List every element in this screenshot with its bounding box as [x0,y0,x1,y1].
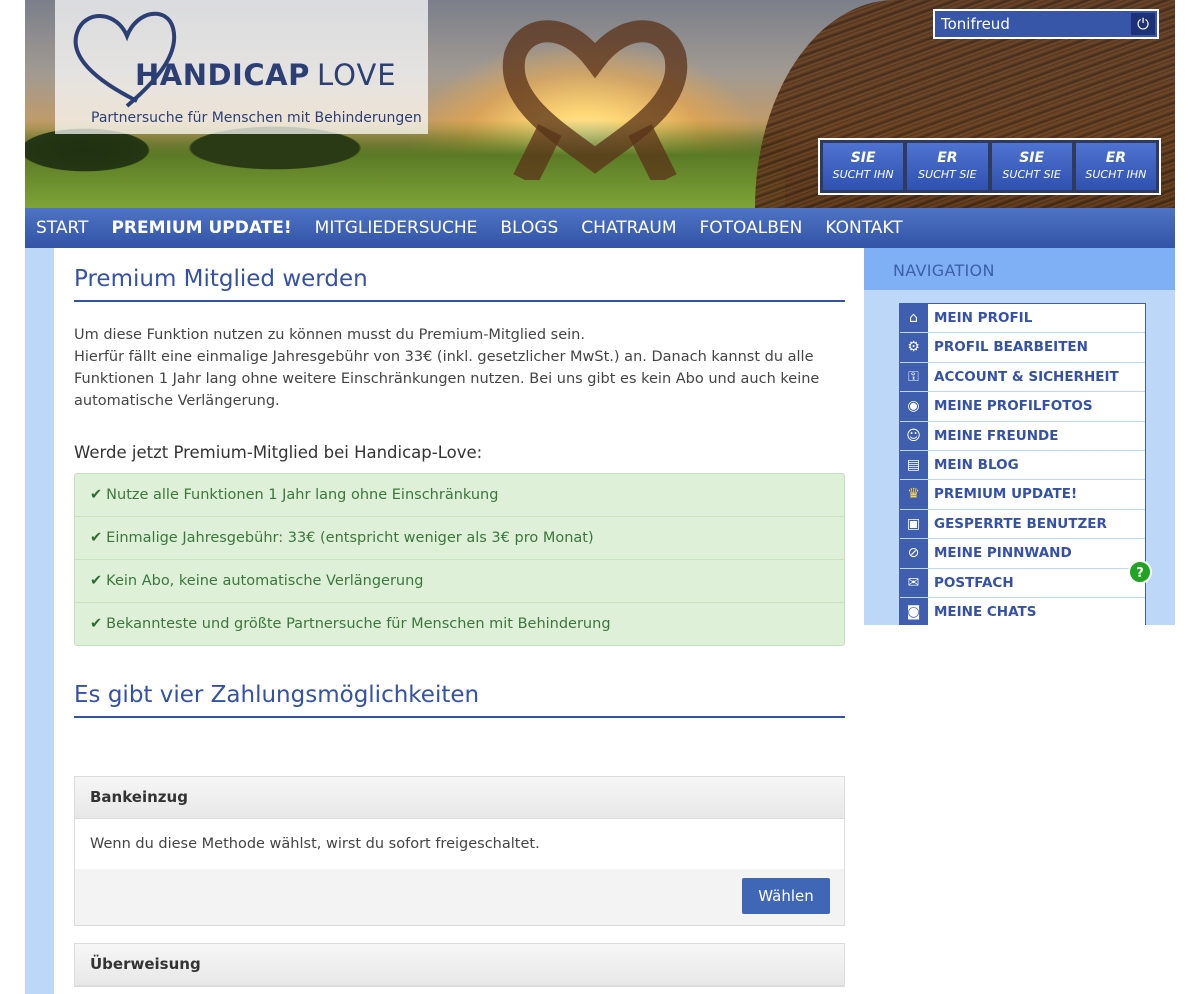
checkmark-icon: ✔ [90,487,103,503]
main-content: Premium Mitglied werden Um diese Funktio… [54,248,864,994]
sidebar-item-mein-profil[interactable]: ⌂ MEIN PROFIL [900,304,1145,334]
list-item: ✔ Kein Abo, keine automatische Verlängeru… [75,560,844,603]
search-button-top: SIE [1019,150,1045,166]
sidebar-item-label: MEINE PINNWAND [928,539,1145,568]
blog-icon: ▤ [900,450,927,480]
choose-bankeinzug-button[interactable]: Wählen [742,878,830,914]
benefit-text: Kein Abo, keine automatische Verlängerun… [106,573,424,589]
search-sie-sucht-sie-button[interactable]: SIE SUCHT SIE [991,143,1072,190]
list-item: ✔ Nutze alle Funktionen 1 Jahr lang ohne … [75,474,844,517]
sidebar-menu: ⌂ MEIN PROFIL ⚙ PROFIL BEARBEITEN ⚿ ACCOUNT… [899,303,1146,628]
intro-line-1: Um diese Funktion nutzen zu können musst… [74,327,585,343]
nav-kontakt[interactable]: KONTAKT [825,218,902,238]
sidebar-item-label: PREMIUM UPDATE! [928,480,1145,509]
page-title: Premium Mitglied werden [74,266,845,302]
header-banner: HANDICAP LOVE Partnersuche für Menschen … [25,0,1175,208]
sidebar-item-account-sicherheit[interactable]: ⚿ ACCOUNT & SICHERHEIT [900,362,1145,393]
quick-search-box: SIE SUCHT IHN ER SUCHT SIE SIE SUCHT SIE… [818,138,1161,195]
sidebar-item-label: MEINE CHATS [928,597,1145,627]
sidebar-item-label: ACCOUNT & SICHERHEIT [928,362,1145,392]
list-item: ✔ Bekannteste und größte Partnersuche für… [75,603,844,645]
sidebar-item-premium-update[interactable]: ♛ PREMIUM UPDATE! [900,480,1145,510]
sidebar-item-gesperrte-benutzer[interactable]: ▣ GESPERRTE BENUTZER [900,509,1145,540]
payment-panel-title: Überweisung [75,944,844,986]
sidebar-item-label: GESPERRTE BENUTZER [928,509,1145,539]
search-button-bottom: SUCHT IHN [1085,168,1147,181]
checkmark-icon: ✔ [90,573,103,589]
benefits-list: ✔ Nutze alle Funktionen 1 Jahr lang ohne … [74,473,845,646]
username[interactable]: Tonifreud [941,15,1010,33]
nav-premium-update[interactable]: PREMIUM UPDATE! [111,218,291,238]
logo-subtitle: Partnersuche für Menschen mit Behinderun… [91,110,422,126]
search-er-sucht-sie-button[interactable]: ER SUCHT SIE [907,143,988,190]
lock-icon: ▣ [900,509,927,539]
sidebar-item-label: MEIN BLOG [928,450,1145,480]
benefit-text: Bekannteste und größte Partnersuche für … [106,616,611,632]
nav-blogs[interactable]: BLOGS [500,218,558,238]
heart-hands-image [502,20,688,180]
sidebar-item-label: PROFIL BEARBEITEN [928,333,1145,362]
search-sie-sucht-ihn-button[interactable]: SIE SUCHT IHN [823,143,904,190]
search-er-sucht-ihn-button[interactable]: ER SUCHT IHN [1075,143,1156,190]
benefit-text: Einmalige Jahresgebühr: 33€ (entspricht … [106,530,594,546]
home-icon: ⌂ [900,304,927,333]
friends-icon: ☺ [900,421,927,450]
payment-panel-title: Bankeinzug [75,777,844,819]
payment-options-title: Es gibt vier Zahlungsmöglichkeiten [74,682,845,718]
nav-fotoalben[interactable]: FOTOALBEN [700,218,803,238]
benefit-text: Nutze alle Funktionen 1 Jahr lang ohne E… [106,487,499,503]
intro-line-2: Hierfür fällt eine einmalige Jahresgebüh… [74,349,820,409]
camera-icon: ◉ [900,392,927,421]
logout-power-icon[interactable]: ⏻ [1131,13,1155,35]
help-badge-icon[interactable]: ? [1128,560,1152,584]
intro-text: Um diese Funktion nutzen zu können musst… [74,324,844,412]
payment-panel-text: Wenn du diese Methode wählst, wirst du s… [90,836,540,852]
logo-love-text: LOVE [317,58,397,92]
sidebar-item-postfach[interactable]: ✉ POSTFACH [900,568,1145,598]
payment-panel-ueberweisung: Überweisung [74,943,845,987]
logo-handicap-text: HANDICAP [135,58,310,92]
sidebar-item-mein-blog[interactable]: ▤ MEIN BLOG [900,450,1145,481]
checkmark-icon: ✔ [90,616,103,632]
sidebar-header: NAVIGATION [864,248,1175,290]
search-button-top: SIE [850,150,876,166]
sidebar-item-label: MEINE PROFILFOTOS [928,392,1145,421]
search-button-bottom: SUCHT IHN [832,168,894,181]
sidebar-item-meine-chats[interactable]: ◙ MEINE CHATS [900,597,1145,627]
premium-cta-heading: Werde jetzt Premium-Mitglied bei Handica… [74,443,483,462]
sidebar-item-meine-pinnwand[interactable]: ⊘ MEINE PINNWAND [900,539,1145,569]
paperclip-icon: ⊘ [900,539,927,568]
sidebar-item-meine-freunde[interactable]: ☺ MEINE FREUNDE [900,421,1145,451]
gear-icon: ⚙ [900,333,927,362]
crown-icon: ♛ [900,480,927,509]
checkmark-icon: ✔ [90,530,103,546]
payment-panel-footer: Wählen [75,869,844,925]
main-nav: START PREMIUM UPDATE! MITGLIEDERSUCHE BL… [25,208,1175,248]
sidebar-empty-area [864,625,1175,994]
list-item: ✔ Einmalige Jahresgebühr: 33€ (entspricht… [75,517,844,560]
sidebar-item-label: MEINE FREUNDE [928,421,1145,450]
page: HANDICAP LOVE Partnersuche für Menschen … [25,0,1175,994]
chat-icon: ◙ [900,597,927,627]
sidebar-item-label: POSTFACH [928,568,1145,597]
key-icon: ⚿ [900,362,927,392]
search-button-top: ER [1105,150,1127,166]
sidebar-item-profil-bearbeiten[interactable]: ⚙ PROFIL BEARBEITEN [900,333,1145,363]
logo[interactable]: HANDICAP LOVE Partnersuche für Menschen … [55,0,428,134]
mail-icon: ✉ [900,568,927,597]
nav-chatraum[interactable]: CHATRAUM [581,218,676,238]
search-button-bottom: SUCHT SIE [918,168,977,181]
search-button-top: ER [937,150,958,166]
nav-start[interactable]: START [36,218,88,238]
user-box[interactable]: Tonifreud ⏻ [933,9,1159,39]
search-button-bottom: SUCHT SIE [1002,168,1061,181]
nav-mitgliedersuche[interactable]: MITGLIEDERSUCHE [315,218,478,238]
sidebar-item-meine-profilfotos[interactable]: ◉ MEINE PROFILFOTOS [900,392,1145,422]
sidebar-item-label: MEIN PROFIL [928,304,1145,333]
payment-panel-bankeinzug: Bankeinzug Wenn du diese Methode wählst,… [74,776,845,926]
sidebar-title: NAVIGATION [893,261,995,280]
